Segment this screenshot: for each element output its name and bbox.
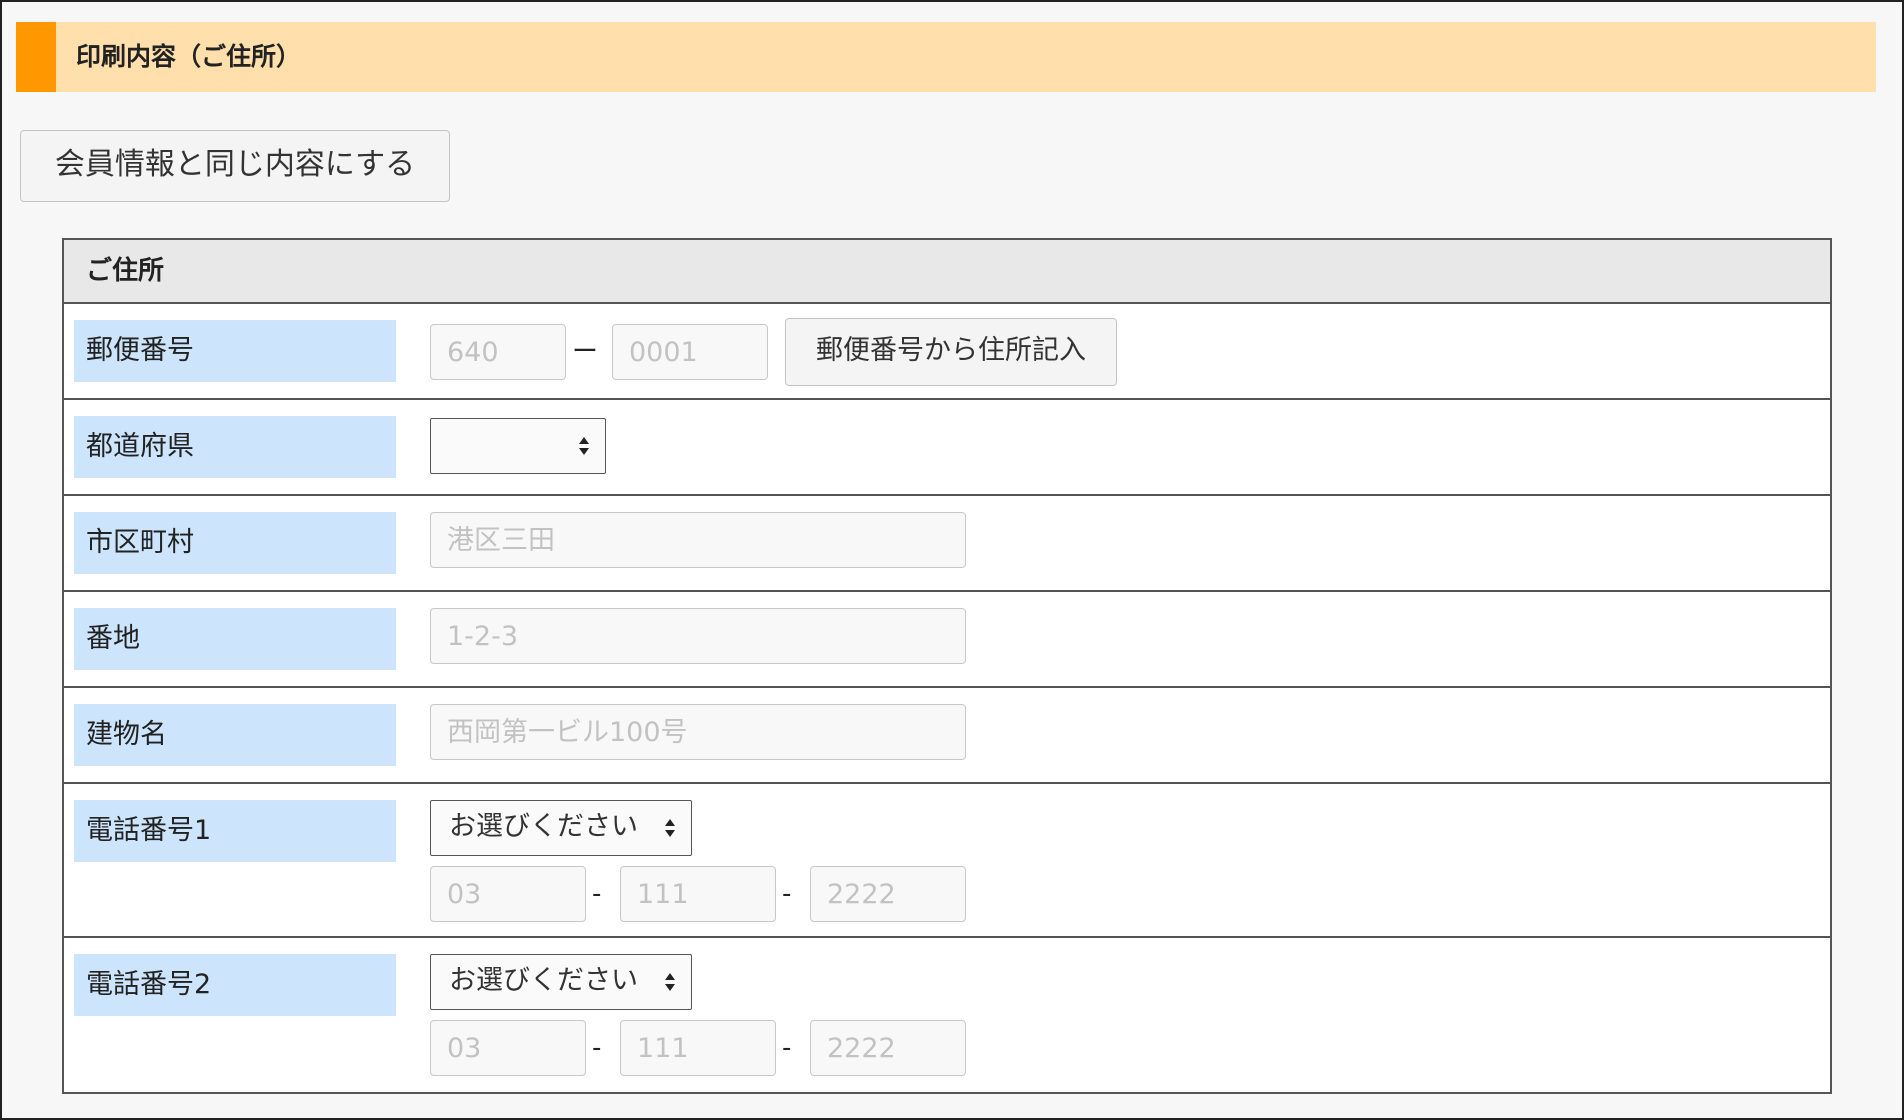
postal-second-input[interactable] [612,324,768,380]
building-input[interactable] [430,704,966,760]
street-input[interactable] [430,608,966,664]
phone1-row: 電話番号1 お選びください - - [64,784,1830,938]
updown-arrows-icon [665,973,675,991]
phone1-type-selected: お選びください [449,811,638,842]
postal-label: 郵便番号 [74,320,396,382]
section-title: 印刷内容（ご住所） [76,42,302,71]
postal-first-input[interactable] [430,324,566,380]
updown-arrows-icon [665,819,675,837]
building-label: 建物名 [74,704,396,766]
updown-arrows-icon [579,437,589,455]
prefecture-row: 都道府県 [64,400,1830,496]
street-label: 番地 [74,608,396,670]
address-table-header: ご住所 [64,240,1830,304]
phone2-part3-input[interactable] [810,1020,966,1076]
phone1-part3-input[interactable] [810,866,966,922]
phone2-label: 電話番号2 [74,954,396,1016]
phone2-part1-input[interactable] [430,1020,586,1076]
copy-member-info-button[interactable]: 会員情報と同じ内容にする [20,130,450,202]
city-row: 市区町村 [64,496,1830,592]
phone2-separator-1: - [592,1033,602,1063]
phone1-type-select[interactable]: お選びください [430,800,692,856]
phone1-label: 電話番号1 [74,800,396,862]
postal-lookup-button[interactable]: 郵便番号から住所記入 [785,318,1117,386]
phone1-separator-1: - [592,879,602,909]
phone2-separator-2: - [782,1033,792,1063]
address-table-title: ご住所 [86,256,165,286]
phone1-part1-input[interactable] [430,866,586,922]
city-input[interactable] [430,512,966,568]
section-header: 印刷内容（ご住所） [16,22,1876,92]
phone2-type-select[interactable]: お選びください [430,954,692,1010]
phone2-part2-input[interactable] [620,1020,776,1076]
phone1-part2-input[interactable] [620,866,776,922]
phone2-row: 電話番号2 お選びください - - [64,938,1830,1092]
phone1-separator-2: - [782,879,792,909]
building-row: 建物名 [64,688,1830,784]
street-row: 番地 [64,592,1830,688]
prefecture-select[interactable] [430,418,606,474]
city-label: 市区町村 [74,512,396,574]
postal-separator: ー [572,337,599,367]
section-accent-bar [16,22,56,92]
form-page: 印刷内容（ご住所） 会員情報と同じ内容にする ご住所 郵便番号 ー 都道府県 [0,0,1904,1120]
phone2-type-selected: お選びください [449,965,638,996]
prefecture-label: 都道府県 [74,416,396,478]
